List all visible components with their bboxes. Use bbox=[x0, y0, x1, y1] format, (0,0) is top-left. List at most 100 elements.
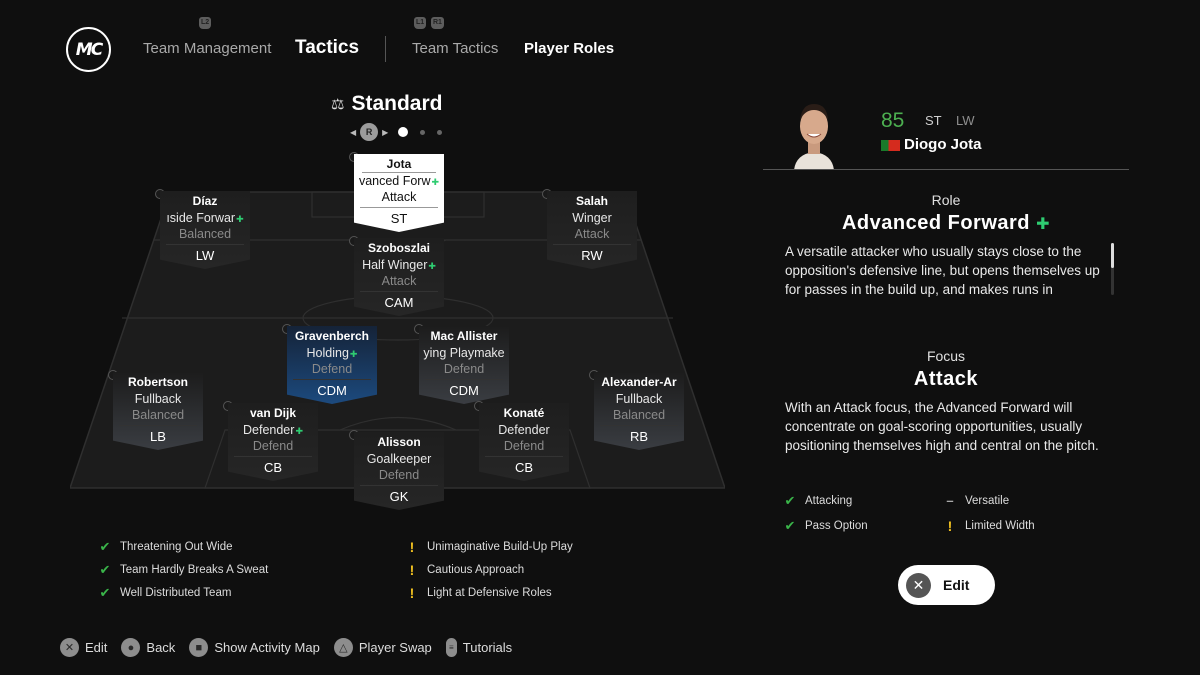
player-card-role: Half Winger✚ bbox=[362, 258, 436, 272]
nav-divider bbox=[385, 36, 386, 62]
focus-label: Focus bbox=[926, 348, 966, 364]
player-card-name: Szoboszlai bbox=[367, 241, 430, 255]
player-card-lw[interactable]: Díaz ıside Forwar✚ Balanced LW bbox=[160, 191, 250, 269]
trait-item: ✔ Pass Option bbox=[784, 518, 868, 533]
player-card-role: vanced Forw✚ bbox=[358, 174, 440, 188]
plus-role-icon: ✚ bbox=[349, 349, 358, 359]
player-card-position: CDM bbox=[425, 379, 503, 400]
formation-pager[interactable]: ◀ R ▶ bbox=[350, 123, 443, 141]
player-card-role: Defender bbox=[498, 423, 550, 437]
l1-button-hint-icon: L1 bbox=[414, 17, 427, 29]
formation-name: Standard bbox=[351, 92, 443, 115]
footer-back[interactable]: ● Back bbox=[121, 638, 175, 657]
pager-left-arrow-icon[interactable]: ◀ bbox=[350, 128, 356, 137]
player-card-cdm2[interactable]: Mac Allister ying Playmake Defend CDM bbox=[419, 326, 509, 404]
pager-dot[interactable] bbox=[437, 129, 443, 135]
player-card-focus: Defend bbox=[378, 468, 420, 482]
player-card-position: CB bbox=[485, 456, 563, 477]
player-alt-position: LW bbox=[956, 113, 975, 128]
strength-item: ✔ Threatening Out Wide bbox=[99, 539, 233, 554]
subtab-team-tactics[interactable]: Team Tactics bbox=[412, 40, 498, 57]
footer-player-swap[interactable]: △ Player Swap bbox=[333, 638, 432, 657]
cross-button-icon: ✕ bbox=[60, 638, 79, 657]
player-card-focus: Balanced bbox=[612, 408, 666, 422]
footer-tutorials[interactable]: ≡ Tutorials bbox=[445, 638, 512, 657]
l2-button-hint-icon: L2 bbox=[199, 17, 212, 29]
player-card-lb[interactable]: Robertson Fullback Balanced LB bbox=[113, 372, 203, 450]
button-legend: ✕ Edit ● Back ■ Show Activity Map △ Player S… bbox=[60, 638, 512, 657]
warning-icon: ! bbox=[947, 518, 953, 534]
check-icon: ✔ bbox=[99, 585, 111, 600]
player-card-focus: Balanced bbox=[131, 408, 185, 422]
trait-item: ! Limited Width bbox=[943, 518, 1035, 534]
player-card-focus: Attack bbox=[381, 274, 417, 288]
warning-icon: ! bbox=[409, 562, 415, 578]
player-card-role: Fullback bbox=[615, 392, 663, 406]
player-card-position: GK bbox=[360, 485, 438, 506]
player-card-name: Mac Allister bbox=[430, 329, 498, 343]
warning-icon: ! bbox=[409, 585, 415, 601]
player-card-position: ST bbox=[360, 207, 438, 228]
role-title: Advanced Forward ✚ bbox=[841, 212, 1050, 234]
r1-button-hint-icon: R1 bbox=[431, 17, 444, 29]
weakness-item: ! Cautious Approach bbox=[405, 562, 573, 578]
weakness-item: ! Unimaginative Build-Up Play bbox=[405, 539, 573, 555]
role-description: A versatile attacker who usually stays c… bbox=[785, 244, 1100, 297]
player-card-focus: Balanced bbox=[178, 227, 232, 241]
player-card-position: LW bbox=[166, 244, 244, 265]
player-card-rb[interactable]: Alexander-Ar Fullback Balanced RB bbox=[594, 372, 684, 450]
strength-item: ✔ Well Distributed Team bbox=[99, 585, 232, 600]
player-card-focus: Attack bbox=[381, 190, 417, 204]
edit-role-button[interactable]: ✕ Edit bbox=[898, 565, 995, 605]
player-card-role: Fullback bbox=[134, 392, 182, 406]
check-icon: ✔ bbox=[99, 539, 111, 554]
tab-tactics[interactable]: Tactics bbox=[295, 37, 359, 59]
scrollbar-thumb[interactable] bbox=[1111, 243, 1114, 268]
warning-icon: ! bbox=[409, 539, 415, 555]
player-portrait bbox=[794, 104, 834, 170]
player-card-name: Díaz bbox=[192, 194, 218, 208]
trait-item: – Versatile bbox=[943, 493, 1009, 508]
scale-icon: ⚖ bbox=[331, 96, 345, 113]
cross-button-icon: ✕ bbox=[906, 572, 931, 598]
player-card-focus: Defend bbox=[443, 362, 485, 376]
pager-dot[interactable] bbox=[420, 129, 426, 135]
focus-description: With an Attack focus, the Advanced Forwa… bbox=[785, 400, 1099, 453]
player-card-gk[interactable]: Alisson Goalkeeper Defend GK bbox=[354, 432, 444, 510]
pager-dot-active[interactable] bbox=[398, 127, 409, 137]
r-stick-button-icon: R bbox=[360, 123, 379, 141]
role-label: Role bbox=[931, 192, 961, 208]
player-card-st[interactable]: Jota vanced Forw✚ Attack ST bbox=[354, 154, 444, 232]
neutral-dash-icon: – bbox=[946, 493, 954, 508]
player-card-position: RW bbox=[553, 244, 631, 265]
player-card-cam[interactable]: Szoboszlai Half Winger✚ Attack CAM bbox=[354, 238, 444, 316]
player-card-cb2[interactable]: Konaté Defender Defend CB bbox=[479, 403, 569, 481]
player-card-role: Goalkeeper bbox=[366, 452, 432, 466]
pager-right-arrow-icon[interactable]: ▶ bbox=[382, 128, 388, 137]
player-card-role: Winger bbox=[572, 211, 612, 225]
player-card-position: CDM bbox=[293, 379, 371, 400]
footer-edit[interactable]: ✕ Edit bbox=[60, 638, 107, 657]
player-card-rw[interactable]: Salah Winger Attack RW bbox=[547, 191, 637, 269]
player-card-name: Robertson bbox=[128, 375, 188, 389]
player-card-role: ying Playmake bbox=[423, 346, 505, 360]
tab-team-management[interactable]: Team Management bbox=[143, 40, 271, 57]
circle-button-icon: ● bbox=[121, 638, 141, 657]
weaknesses-list: ! Unimaginative Build-Up Play ! Cautious A… bbox=[405, 539, 573, 601]
subtab-player-roles[interactable]: Player Roles bbox=[524, 40, 614, 57]
player-card-cdm1[interactable]: Gravenberch Holding✚ Defend CDM bbox=[287, 326, 377, 404]
player-card-name: Salah bbox=[575, 194, 608, 208]
footer-activity-map[interactable]: ■ Show Activity Map bbox=[189, 638, 320, 657]
role-description-scrollbar[interactable] bbox=[1111, 243, 1114, 295]
player-card-name: Alisson bbox=[377, 435, 421, 449]
panel-divider bbox=[763, 169, 1129, 170]
player-card-cb1[interactable]: van Dijk Defender✚ Defend CB bbox=[228, 403, 318, 481]
formation-title: ⚖ Standard bbox=[331, 92, 442, 116]
player-name: Diogo Jota bbox=[904, 136, 982, 153]
player-card-name: Konaté bbox=[503, 406, 545, 420]
player-card-position: CB bbox=[234, 456, 312, 477]
player-card-role: Defender✚ bbox=[243, 423, 303, 437]
plus-role-icon: ✚ bbox=[236, 214, 244, 224]
player-position: ST bbox=[925, 113, 942, 128]
app-logo: MC bbox=[66, 27, 111, 72]
